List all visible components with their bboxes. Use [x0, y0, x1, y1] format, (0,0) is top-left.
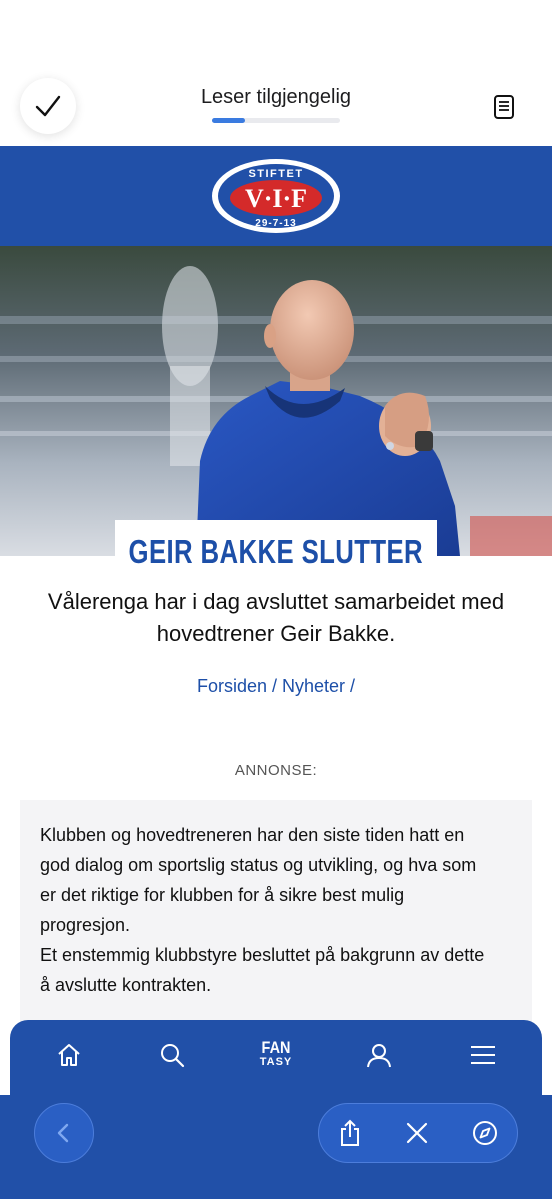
reader-progress-bar [212, 118, 340, 123]
nav-menu[interactable] [453, 1020, 513, 1090]
back-button[interactable] [34, 1103, 94, 1163]
article-lead: Vålerenga har i dag avsluttet samarbeide… [47, 589, 505, 646]
safari-button[interactable] [455, 1104, 515, 1162]
headline-box: GEIR BAKKE SLUTTER [115, 520, 437, 584]
logo-top-text: STIFTET [248, 168, 303, 180]
article-paragraph: Klubben og hovedtreneren har den siste t… [40, 825, 477, 935]
site-header: STIFTET V·I·F 29-7-13 [0, 146, 552, 246]
logo-monogram: V·I·F [245, 184, 307, 213]
club-logo[interactable]: STIFTET V·I·F 29-7-13 [210, 157, 342, 235]
share-icon [341, 1119, 359, 1146]
profile-icon [367, 1044, 391, 1068]
coach-photo [0, 246, 552, 556]
ad-label: ANNONSE: [234, 762, 318, 779]
home-icon [58, 1044, 80, 1066]
menu-icon [471, 1046, 495, 1064]
nav-fantasy[interactable]: FAN TASY [246, 1020, 306, 1090]
browser-tools [318, 1103, 518, 1163]
reader-status-title: Leser tilgjengelig [200, 86, 352, 108]
article-headline: GEIR BAKKE SLUTTER [128, 533, 424, 570]
nav-search[interactable] [142, 1020, 202, 1090]
reader-document-icon[interactable] [492, 94, 516, 120]
reader-progress-fill [212, 118, 246, 123]
breadcrumb[interactable]: Forsiden / Nyheter / [0, 676, 552, 697]
share-button[interactable] [320, 1104, 380, 1162]
article-paragraph: Et enstemmig klubbstyre besluttet på bak… [40, 945, 485, 995]
browser-toolbar [0, 1095, 552, 1199]
close-icon [406, 1122, 428, 1144]
reader-bar: Leser tilgjengelig [0, 0, 552, 146]
app-bottom-nav: FAN TASY [10, 1020, 542, 1098]
hero-photo [0, 246, 552, 556]
fantasy-line1: FAN [261, 1038, 291, 1057]
fantasy-logo: FAN TASY [259, 1038, 293, 1069]
nav-home[interactable] [39, 1020, 99, 1090]
compass-icon [473, 1121, 497, 1145]
back-icon [57, 1123, 69, 1143]
search-icon [161, 1044, 185, 1068]
nav-profile[interactable] [349, 1020, 409, 1090]
logo-date: 29-7-13 [255, 218, 296, 229]
fantasy-line2: TASY [259, 1056, 293, 1068]
close-button[interactable] [387, 1104, 447, 1162]
